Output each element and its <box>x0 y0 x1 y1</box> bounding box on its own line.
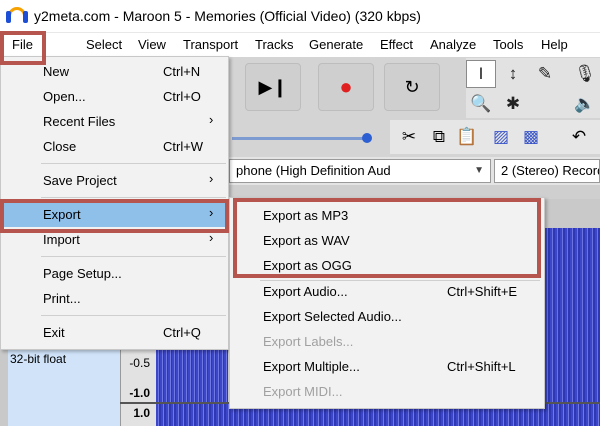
menu-item-shortcut: Ctrl+O <box>163 89 201 104</box>
annotation-box-export <box>0 199 229 233</box>
title-bar: y2meta.com - Maroon 5 - Memories (Offici… <box>0 0 600 32</box>
menu-item-close[interactable]: Close Ctrl+W <box>1 135 230 159</box>
menu-tools[interactable]: Tools <box>493 37 523 52</box>
menu-item-label: Exit <box>43 325 65 340</box>
track-format-label: 32-bit float <box>10 352 67 366</box>
scale-mid-label: -0.5 <box>129 356 150 370</box>
menu-item-label: Import <box>43 232 80 247</box>
trim-icon[interactable]: ▨ <box>488 124 514 150</box>
menu-item-label: Open... <box>43 89 86 104</box>
menu-item-label: Save Project <box>43 173 117 188</box>
menu-bar: File Select View Transport Tracks Genera… <box>0 33 600 57</box>
chevron-down-icon: ▼ <box>474 165 484 176</box>
menu-item-export-selected-audio[interactable]: Export Selected Audio... <box>230 304 546 328</box>
paste-icon[interactable]: 📋 <box>454 124 480 150</box>
recording-device-select[interactable]: phone (High Definition Aud ▼ <box>229 159 491 183</box>
menu-item-label: Print... <box>43 291 81 306</box>
audacity-logo-icon <box>6 7 28 25</box>
menu-item-export-audio[interactable]: Export Audio... Ctrl+Shift+E <box>230 279 546 303</box>
annotation-box-formats <box>233 198 541 278</box>
menu-item-label: New <box>43 64 70 79</box>
menu-item-shortcut: Ctrl+N <box>163 64 201 79</box>
menu-item-label: Export Selected Audio... <box>263 309 402 324</box>
envelope-tool-icon[interactable]: ↕ <box>498 60 528 88</box>
menu-item-page-setup[interactable]: Page Setup... <box>1 262 230 286</box>
menu-item-print[interactable]: Print... <box>1 287 230 311</box>
undo-icon[interactable]: ↶ <box>566 124 592 150</box>
loop-icon: ↻ <box>404 76 420 97</box>
menu-analyze[interactable]: Analyze <box>430 37 476 52</box>
draw-tool-icon[interactable]: ✎ <box>530 60 560 88</box>
scale-min-label: -1.0 <box>129 386 150 400</box>
microphone-icon[interactable]: 🎙 <box>570 60 600 88</box>
menu-item-shortcut: Ctrl+Q <box>163 325 201 340</box>
recording-channels-select[interactable]: 2 (Stereo) Record <box>494 159 600 183</box>
menu-item-shortcut: Ctrl+W <box>163 139 204 154</box>
skip-end-icon: ▶❙ <box>258 76 288 97</box>
menu-item-open[interactable]: Open... Ctrl+O <box>1 85 230 109</box>
chevron-right-icon: › <box>209 171 214 186</box>
window-title: y2meta.com - Maroon 5 - Memories (Offici… <box>34 8 421 24</box>
speaker-icon[interactable]: 🔈 <box>570 90 600 118</box>
menu-item-shortcut: Ctrl+Shift+E <box>447 284 518 299</box>
menu-item-recent-files[interactable]: Recent Files › <box>1 110 230 134</box>
menu-effect[interactable]: Effect <box>380 37 413 52</box>
menu-item-label: Export Labels... <box>263 334 354 349</box>
playback-slider-track[interactable] <box>232 137 367 140</box>
menu-view[interactable]: View <box>138 37 166 52</box>
chevron-right-icon: › <box>209 112 214 127</box>
record-icon: ● <box>339 74 353 99</box>
menu-item-exit[interactable]: Exit Ctrl+Q <box>1 321 230 345</box>
annotation-box-file <box>0 31 46 65</box>
menu-item-label: Page Setup... <box>43 266 122 281</box>
edit-toolbar: ✂ ⧉ 📋 ▨ ▩ ↶ <box>390 120 600 154</box>
silence-icon[interactable]: ▩ <box>518 124 544 150</box>
menu-generate[interactable]: Generate <box>309 37 363 52</box>
menu-item-export-midi: Export MIDI... <box>230 379 546 403</box>
menu-separator <box>41 315 226 316</box>
menu-item-save-project[interactable]: Save Project › <box>1 169 230 193</box>
menu-separator <box>41 163 226 164</box>
menu-item-shortcut: Ctrl+Shift+L <box>447 359 516 374</box>
tools-toolbar: I ↕ ✎ 🎙 🔍 ✱ 🔈 <box>466 58 600 118</box>
recording-device-value: phone (High Definition Aud <box>236 163 391 178</box>
menu-item-label: Recent Files <box>43 114 116 129</box>
selection-tool-icon[interactable]: I <box>466 60 496 88</box>
playback-slider-handle[interactable] <box>362 133 372 143</box>
recording-channels-value: 2 (Stereo) Record <box>501 163 600 178</box>
menu-separator <box>41 256 226 257</box>
cut-icon[interactable]: ✂ <box>396 124 422 150</box>
menu-item-label: Export Audio... <box>263 284 348 299</box>
menu-item-label: Export Multiple... <box>263 359 360 374</box>
menu-help[interactable]: Help <box>541 37 568 52</box>
menu-transport[interactable]: Transport <box>183 37 238 52</box>
menu-item-label: Export MIDI... <box>263 384 343 399</box>
scale-max-label: 1.0 <box>133 406 150 420</box>
zoom-tool-icon[interactable]: 🔍 <box>466 90 496 118</box>
menu-item-export-labels: Export Labels... <box>230 329 546 353</box>
menu-separator <box>41 197 226 198</box>
skip-to-end-button[interactable]: ▶❙ <box>245 63 301 111</box>
record-button[interactable]: ● <box>318 63 374 111</box>
menu-select[interactable]: Select <box>86 37 122 52</box>
loop-button[interactable]: ↻ <box>384 63 440 111</box>
menu-item-export-multiple[interactable]: Export Multiple... Ctrl+Shift+L <box>230 354 546 378</box>
copy-icon[interactable]: ⧉ <box>426 124 452 150</box>
menu-item-label: Close <box>43 139 77 154</box>
multi-tool-icon[interactable]: ✱ <box>498 90 528 118</box>
waveform[interactable] <box>540 228 600 426</box>
menu-tracks[interactable]: Tracks <box>255 37 294 52</box>
